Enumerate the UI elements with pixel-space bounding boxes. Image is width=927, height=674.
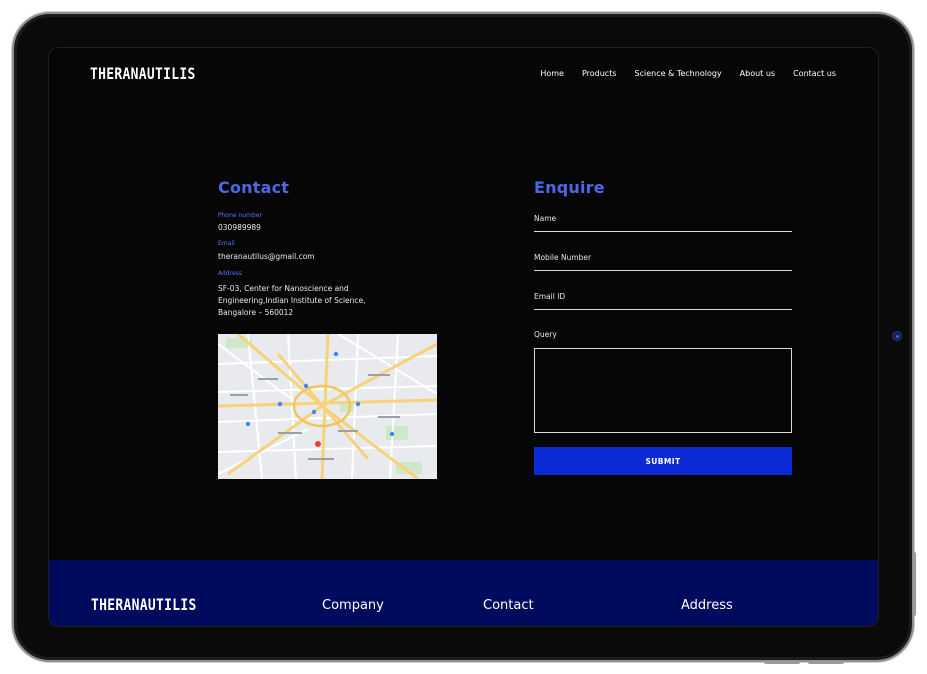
footer-address-heading: Address <box>681 598 733 613</box>
map-graphic <box>218 334 437 479</box>
phone-value: 030989989 <box>218 223 261 232</box>
query-label: Query <box>534 330 557 339</box>
footer: THERANAUTILIS Company Contact Address <box>49 560 878 626</box>
address-line: Bangalore – 560012 <box>218 308 294 317</box>
contact-heading: Contact <box>218 178 290 197</box>
camera-icon <box>892 331 902 341</box>
name-field[interactable]: Name <box>534 214 556 223</box>
email-label: Email <box>218 240 235 247</box>
location-map[interactable] <box>218 334 437 479</box>
nav-about-us[interactable]: About us <box>740 69 775 78</box>
footer-logo[interactable]: THERANAUTILIS <box>91 596 197 615</box>
query-textarea[interactable] <box>534 348 792 433</box>
side-button <box>913 552 916 616</box>
address-line: Engineering,Indian Institute of Science, <box>218 296 366 305</box>
address-line: SF-03, Center for Nanoscience and <box>218 284 349 293</box>
volume-button <box>764 661 800 664</box>
nav-products[interactable]: Products <box>582 69 617 78</box>
footer-contact-heading: Contact <box>483 598 534 613</box>
nav-science-technology[interactable]: Science & Technology <box>635 69 722 78</box>
screen: THERANAUTILIS Home Products Science & Te… <box>48 47 879 627</box>
email-value[interactable]: theranautilus@gmail.com <box>218 251 315 263</box>
footer-company-heading: Company <box>322 598 384 613</box>
enquire-heading: Enquire <box>534 178 605 197</box>
volume-button <box>808 661 844 664</box>
email-id-field[interactable]: Email ID <box>534 292 565 301</box>
name-field-underline <box>534 231 792 232</box>
submit-button[interactable]: SUBMIT <box>534 447 792 475</box>
site-logo[interactable]: THERANAUTILIS <box>90 65 196 84</box>
nav-contact-us[interactable]: Contact us <box>793 69 836 78</box>
address-label: Address <box>218 270 242 277</box>
mobile-number-field-underline <box>534 270 792 271</box>
email-id-field-underline <box>534 309 792 310</box>
main-nav: Home Products Science & Technology About… <box>540 69 836 78</box>
nav-home[interactable]: Home <box>540 69 564 78</box>
mobile-number-field[interactable]: Mobile Number <box>534 253 591 262</box>
phone-label: Phone number <box>218 212 262 219</box>
